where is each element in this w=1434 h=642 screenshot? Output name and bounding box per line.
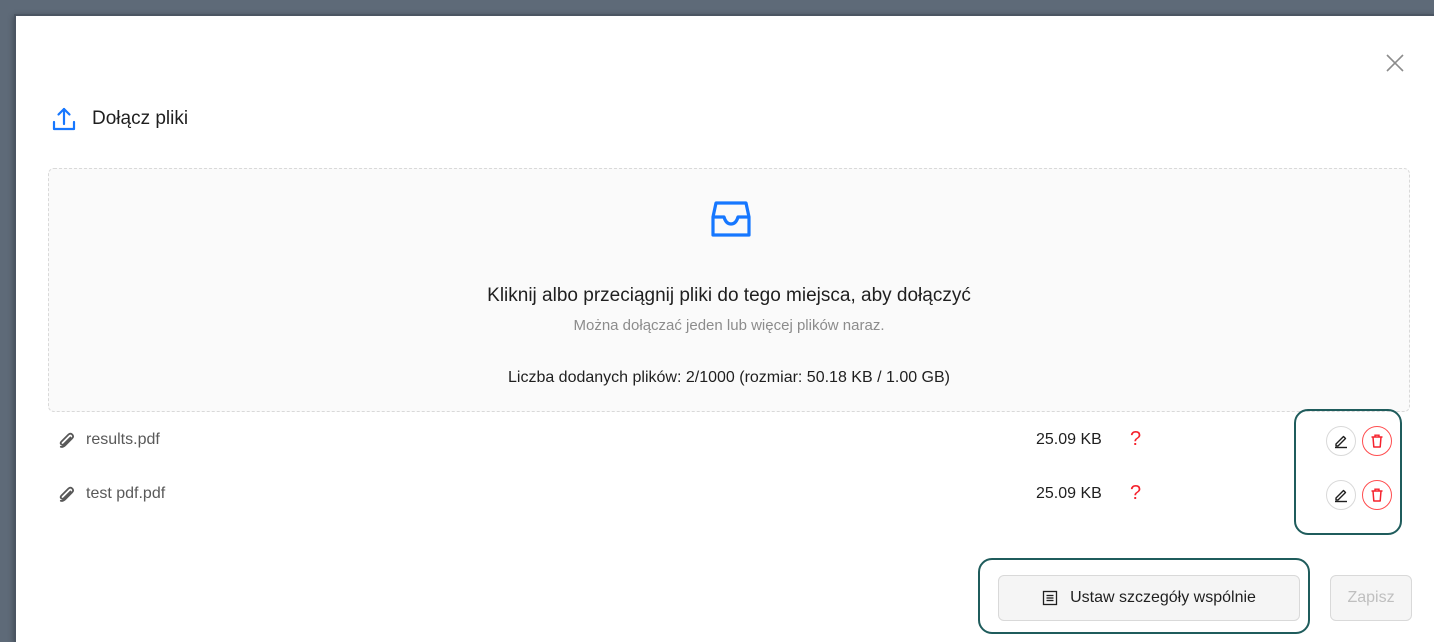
close-button[interactable]	[1382, 50, 1408, 76]
file-size: 25.09 KB	[1036, 485, 1102, 502]
set-shared-details-label: Ustaw szczegóły wspólnie	[1070, 589, 1256, 606]
trash-icon	[1371, 434, 1383, 448]
dialog-title-text: Dołącz pliki	[92, 108, 189, 129]
upload-icon	[52, 107, 76, 131]
dropzone-hint-text: Można dołączać jeden lub więcej plików n…	[573, 317, 885, 334]
close-icon	[1386, 54, 1404, 72]
file-size: 25.09 KB	[1036, 431, 1102, 448]
save-button[interactable]: Zapisz	[1330, 575, 1412, 621]
file-list-item: test pdf.pdf 25.09 KB ?	[56, 480, 1406, 510]
edit-file-button[interactable]	[1326, 426, 1356, 456]
paperclip-icon	[59, 432, 75, 448]
edit-file-button[interactable]	[1326, 480, 1356, 510]
file-name[interactable]: test pdf.pdf	[86, 485, 165, 503]
file-status-question[interactable]: ?	[1130, 482, 1141, 505]
dropzone-main-text: Kliknij albo przeciągnij pliki do tego m…	[487, 285, 971, 306]
dropzone-file-count: Liczba dodanych plików: 2/1000 (rozmiar:…	[507, 369, 950, 386]
trash-icon	[1371, 488, 1383, 502]
file-name[interactable]: results.pdf	[86, 431, 160, 449]
delete-file-button[interactable]	[1362, 480, 1392, 510]
dialog-title: Dołącz pliki	[50, 104, 188, 134]
upload-dialog: Dołącz pliki Kliknij albo przeciągnij pl…	[14, 14, 1434, 642]
pencil-icon	[1335, 435, 1347, 449]
inbox-icon	[711, 201, 751, 237]
save-button-label: Zapisz	[1347, 589, 1395, 606]
pencil-icon	[1335, 489, 1347, 503]
set-shared-details-button[interactable]: Ustaw szczegóły wspólnie	[998, 575, 1300, 621]
delete-file-button[interactable]	[1362, 426, 1392, 456]
file-status-question[interactable]: ?	[1130, 428, 1141, 451]
file-list-item: results.pdf 25.09 KB ?	[56, 426, 1406, 456]
paperclip-icon	[59, 486, 75, 502]
file-dropzone[interactable]: Kliknij albo przeciągnij pliki do tego m…	[48, 168, 1410, 412]
list-icon	[1042, 590, 1058, 606]
